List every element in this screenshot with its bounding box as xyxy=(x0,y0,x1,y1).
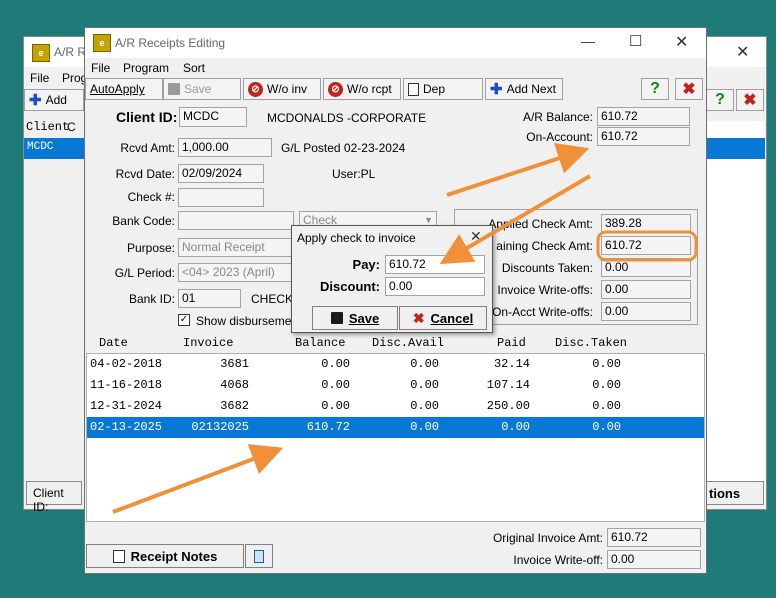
annotation-highlight-box xyxy=(596,230,698,262)
annotation-arrow xyxy=(112,444,284,514)
annotation-overlay xyxy=(112,143,698,514)
annotation-arrow xyxy=(446,143,590,197)
